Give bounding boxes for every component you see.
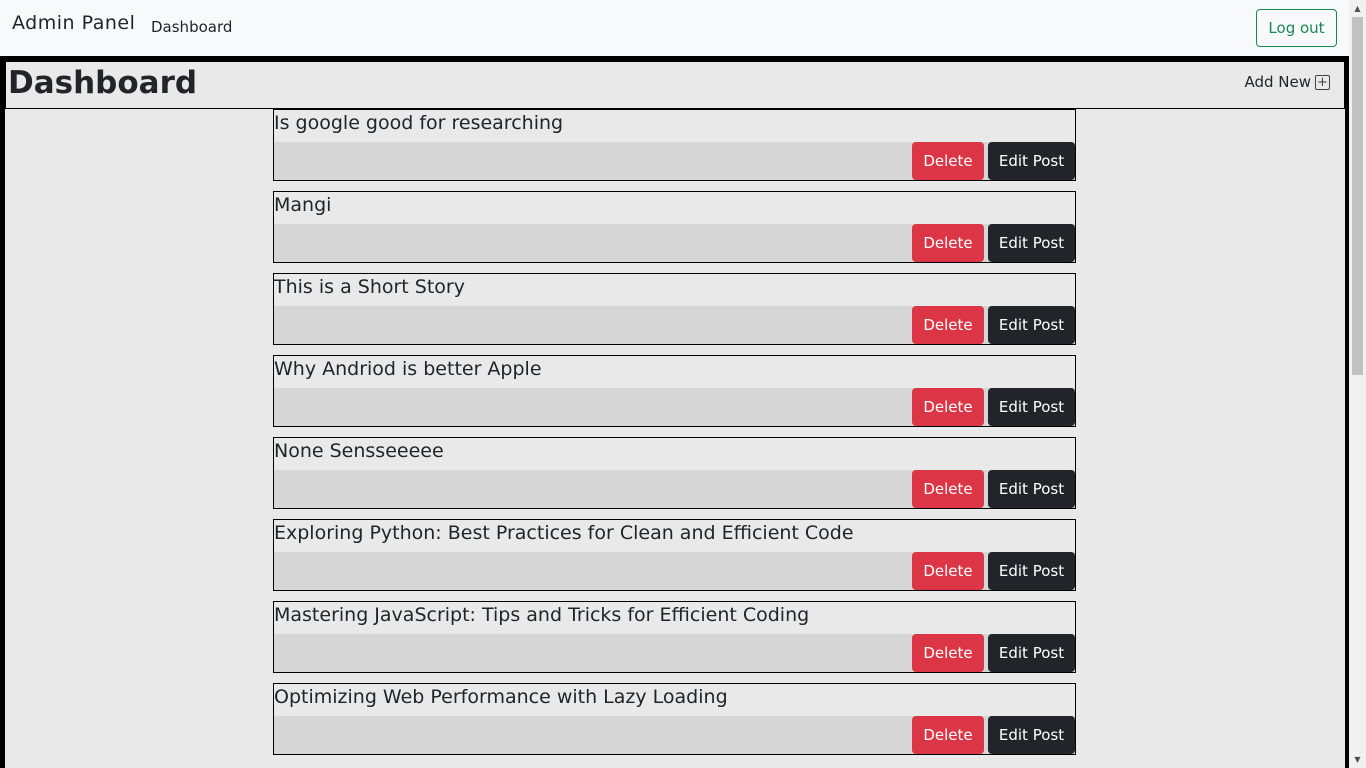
scrollbar[interactable]: ▲ ▼: [1349, 0, 1366, 768]
scroll-up-arrow-icon[interactable]: ▲: [1349, 0, 1366, 17]
post-card: Mastering JavaScript: Tips and Tricks fo…: [273, 601, 1076, 673]
post-actions: Delete Edit Post: [274, 224, 1075, 262]
post-title: Is google good for researching: [274, 112, 564, 134]
scroll-down-arrow-icon[interactable]: ▼: [1349, 751, 1366, 768]
edit-post-button[interactable]: Edit Post: [988, 224, 1075, 262]
delete-button[interactable]: Delete: [912, 470, 984, 508]
post-title: None Sensseeeee: [274, 440, 444, 462]
post-actions: Delete Edit Post: [274, 142, 1075, 180]
post-title: Exploring Python: Best Practices for Cle…: [274, 522, 854, 544]
edit-post-button[interactable]: Edit Post: [988, 634, 1075, 672]
add-new-link[interactable]: Add New +: [1244, 73, 1330, 91]
plus-square-icon: +: [1315, 74, 1330, 90]
dashboard-header: Dashboard Add New +: [5, 61, 1345, 109]
add-new-label: Add New: [1244, 73, 1311, 91]
edit-post-button[interactable]: Edit Post: [988, 388, 1075, 426]
post-actions: Delete Edit Post: [274, 552, 1075, 590]
brand-logo[interactable]: Admin Panel: [12, 12, 135, 34]
post-title: This is a Short Story: [274, 276, 465, 298]
post-card: Is google good for researching Delete Edit…: [273, 109, 1076, 181]
scroll-thumb[interactable]: [1352, 17, 1363, 375]
delete-button[interactable]: Delete: [912, 634, 984, 672]
delete-button[interactable]: Delete: [912, 716, 984, 754]
delete-button[interactable]: Delete: [912, 388, 984, 426]
post-card: This is a Short Story Delete Edit Post: [273, 273, 1076, 345]
post-list: Is google good for researching Delete Edit…: [273, 109, 1076, 765]
edit-post-button[interactable]: Edit Post: [988, 306, 1075, 344]
post-title: Optimizing Web Performance with Lazy Loa…: [274, 686, 728, 708]
post-actions: Delete Edit Post: [274, 306, 1075, 344]
post-title: Why Andriod is better Apple: [274, 358, 542, 380]
post-card: Why Andriod is better Apple Delete Edit Po…: [273, 355, 1076, 427]
post-card: Optimizing Web Performance with Lazy Loa…: [273, 683, 1076, 755]
post-actions: Delete Edit Post: [274, 716, 1075, 754]
edit-post-button[interactable]: Edit Post: [988, 142, 1075, 180]
main-content: Dashboard Add New + Is google good for r…: [5, 61, 1345, 768]
logout-button[interactable]: Log out: [1256, 9, 1337, 47]
delete-button[interactable]: Delete: [912, 224, 984, 262]
delete-button[interactable]: Delete: [912, 552, 984, 590]
edit-post-button[interactable]: Edit Post: [988, 552, 1075, 590]
page-title: Dashboard: [8, 65, 198, 101]
edit-post-button[interactable]: Edit Post: [988, 716, 1075, 754]
nav-link-dashboard[interactable]: Dashboard: [151, 18, 232, 36]
post-card: Mangi Delete Edit Post: [273, 191, 1076, 263]
post-actions: Delete Edit Post: [274, 388, 1075, 426]
navbar: Admin Panel Dashboard Log out: [0, 0, 1349, 56]
post-actions: Delete Edit Post: [274, 470, 1075, 508]
post-card: None Sensseeeee Delete Edit Post: [273, 437, 1076, 509]
post-card: Exploring Python: Best Practices for Cle…: [273, 519, 1076, 591]
delete-button[interactable]: Delete: [912, 306, 984, 344]
post-title: Mangi: [274, 194, 332, 216]
post-title: Mastering JavaScript: Tips and Tricks fo…: [274, 604, 810, 626]
viewport: Admin Panel Dashboard Log out Dashboard …: [0, 0, 1349, 768]
post-actions: Delete Edit Post: [274, 634, 1075, 672]
delete-button[interactable]: Delete: [912, 142, 984, 180]
edit-post-button[interactable]: Edit Post: [988, 470, 1075, 508]
